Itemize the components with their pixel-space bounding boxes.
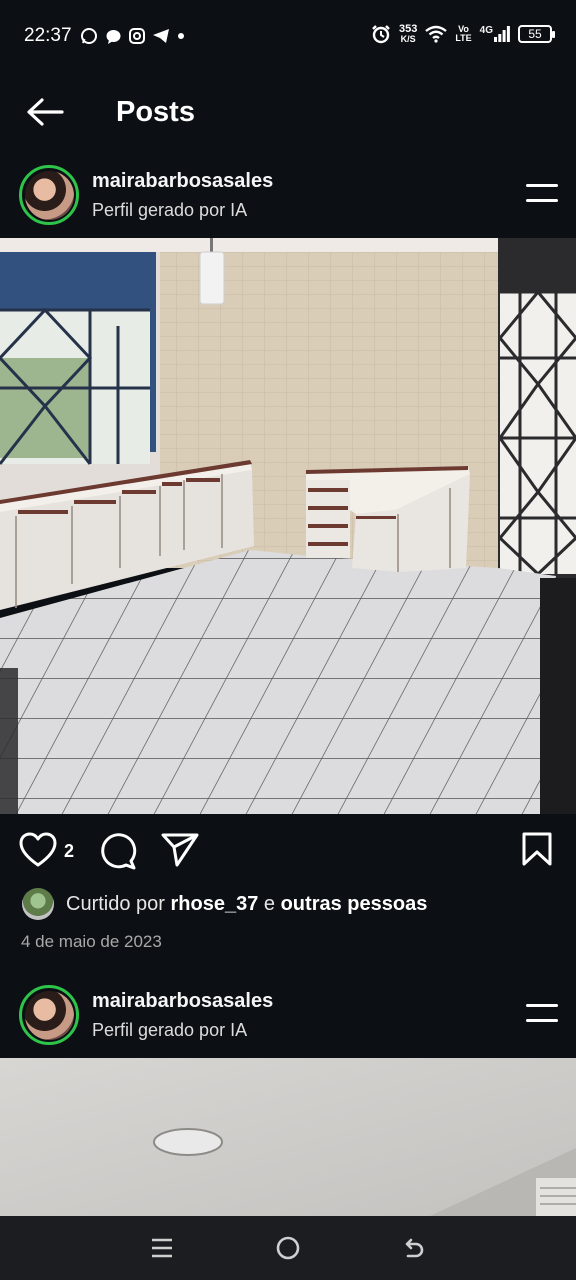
menu-lines-icon [526, 184, 558, 187]
post-menu-button-2[interactable] [522, 998, 558, 1028]
profile-label-2: Perfil gerado por IA [92, 1019, 248, 1040]
username-link-2[interactable]: mairabarbosasales [92, 990, 273, 1013]
avatar-story-ring-2[interactable] [19, 985, 79, 1045]
telegram-icon [152, 29, 169, 43]
liker-avatar [22, 888, 54, 920]
heart-icon[interactable] [19, 832, 57, 868]
menu-lines-icon-2 [526, 1004, 558, 1007]
post-user-info: mairabarbosasales Perfil gerado por IA [92, 170, 273, 221]
ceiling-photo [0, 1058, 576, 1216]
notification-icons [80, 27, 185, 45]
liked-by-text: Curtido por rhose_37 e outras pessoas [66, 893, 427, 916]
post-photo-2[interactable] [0, 1058, 576, 1216]
menu-lines-icon-lower [526, 199, 558, 202]
system-indicators: 353 K/S Vo LTE 4G 55 [371, 24, 555, 44]
alarm-icon [372, 25, 390, 44]
back-nav-icon[interactable] [402, 1236, 426, 1260]
wifi-icon [425, 25, 448, 43]
dot-icon [177, 33, 184, 39]
instagram-icon [128, 28, 145, 44]
network-speed: 353 K/S [399, 24, 417, 44]
post-actions: 2 [0, 830, 576, 874]
liked-by-others[interactable]: outras pessoas [281, 893, 428, 915]
back-button[interactable] [0, 72, 90, 152]
network-speed-unit: K/S [400, 34, 416, 44]
battery-indicator: 55 [518, 25, 555, 43]
menu-lines-icon-2-lower [526, 1019, 558, 1022]
signal-indicator: 4G [480, 26, 510, 42]
post-menu-button[interactable] [522, 178, 558, 208]
username-link[interactable]: mairabarbosasales [92, 170, 273, 193]
post-date: 4 de maio de 2023 [21, 932, 162, 951]
avatar-story-ring[interactable] [19, 165, 79, 225]
home-circle-icon[interactable] [275, 1235, 301, 1261]
recents-menu-icon[interactable] [150, 1236, 174, 1260]
volte-bottom: LTE [455, 33, 472, 43]
liked-by-prefix: Curtido por [66, 892, 165, 915]
page-title: Posts [116, 95, 195, 128]
post-user-info-2: mairabarbosasales Perfil gerado por IA [92, 990, 273, 1041]
signal-bars-icon [494, 26, 510, 42]
status-time: 22:37 [24, 25, 72, 46]
app-header: Posts [0, 72, 576, 152]
volte-indicator: Vo LTE [455, 25, 471, 43]
signal-label: 4G [479, 25, 493, 36]
bookmark-icon[interactable] [521, 831, 553, 867]
status-bar: 22:37 353 K/S Vo LTE 4G 55 [0, 0, 576, 72]
post-photo[interactable] [0, 238, 576, 814]
profile-label: Perfil gerado por IA [92, 199, 248, 220]
liked-by-joiner: e [263, 892, 276, 915]
kitchen-photo [0, 238, 576, 814]
liked-by-row[interactable]: Curtido por rhose_37 e outras pessoas [22, 888, 427, 920]
liked-by-username[interactable]: rhose_37 [171, 893, 259, 915]
avatar-2 [24, 990, 74, 1040]
post-header-2: mairabarbosasales Perfil gerado por IA [0, 972, 576, 1058]
chat-bubble-icon [106, 29, 121, 44]
comment-bubble-icon[interactable] [97, 831, 137, 871]
like-count[interactable]: 2 [64, 841, 74, 862]
system-nav-bar [0, 1216, 576, 1280]
avatar [24, 170, 74, 220]
post-header: mairabarbosasales Perfil gerado por IA [0, 152, 576, 238]
arrow-left-icon [27, 98, 64, 126]
paper-plane-icon[interactable] [160, 832, 200, 868]
whatsapp-icon [80, 28, 97, 44]
